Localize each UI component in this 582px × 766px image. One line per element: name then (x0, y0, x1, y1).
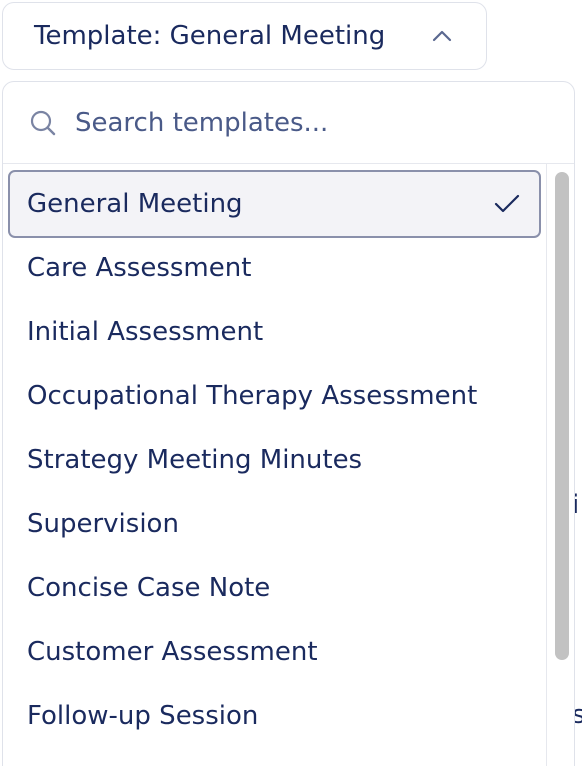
page: i s Template: General Meeting General Me… (0, 0, 582, 766)
template-list-container: General Meeting Care Assessment Initial … (3, 164, 574, 766)
template-option-label: Occupational Therapy Assessment (27, 381, 478, 411)
check-icon (493, 190, 521, 218)
template-select-button[interactable]: Template: General Meeting (2, 2, 487, 70)
template-option-label: Initial Assessment (27, 317, 264, 347)
template-option-label: Follow-up Session (27, 701, 259, 731)
template-option-follow-up-session[interactable]: Follow-up Session (8, 684, 541, 748)
template-select-label: Template: General Meeting (34, 21, 386, 51)
template-option-care-assessment[interactable]: Care Assessment (8, 236, 541, 300)
template-option-label: Care Assessment (27, 253, 252, 283)
template-option-strategy-meeting-minutes[interactable]: Strategy Meeting Minutes (8, 428, 541, 492)
chevron-up-icon (428, 22, 456, 50)
scrollbar-thumb[interactable] (555, 172, 569, 660)
template-list: General Meeting Care Assessment Initial … (8, 170, 541, 748)
search-input[interactable] (75, 107, 535, 138)
template-option-label: Customer Assessment (27, 637, 318, 667)
template-option-customer-assessment[interactable]: Customer Assessment (8, 620, 541, 684)
scrollbar-track[interactable] (546, 164, 574, 766)
template-option-initial-assessment[interactable]: Initial Assessment (8, 300, 541, 364)
template-option-general-meeting[interactable]: General Meeting (8, 170, 541, 238)
template-option-label: Strategy Meeting Minutes (27, 445, 363, 475)
search-icon (28, 108, 58, 138)
search-bar (3, 82, 574, 164)
template-option-label: Supervision (27, 509, 179, 539)
template-option-label: Concise Case Note (27, 573, 271, 603)
template-option-label: General Meeting (27, 189, 243, 219)
template-option-occupational-therapy-assessment[interactable]: Occupational Therapy Assessment (8, 364, 541, 428)
template-option-concise-case-note[interactable]: Concise Case Note (8, 556, 541, 620)
template-dropdown-panel: General Meeting Care Assessment Initial … (2, 81, 575, 766)
template-option-supervision[interactable]: Supervision (8, 492, 541, 556)
